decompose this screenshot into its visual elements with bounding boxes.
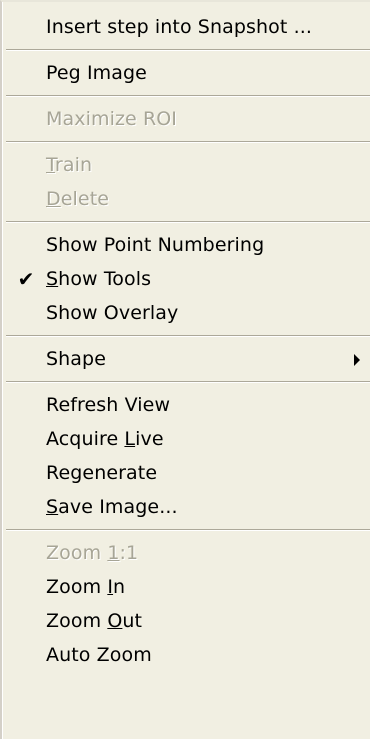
menu-item-label-post: ave Image...: [58, 496, 178, 518]
menu-separator: [2, 376, 370, 388]
menu-item-label-pre: Acquire: [46, 428, 125, 450]
menu-item-zoom-1-1: Zoom 1:1: [2, 536, 370, 570]
menu-item-label-mnemonic: L: [124, 428, 136, 450]
menu-item-save-image[interactable]: Save Image...: [2, 490, 370, 524]
menu-item-label-pre: Peg Image: [46, 62, 147, 84]
checkmark-icon: ✔: [17, 267, 35, 291]
menu-item-label-pre: Shape: [46, 348, 106, 370]
menu-item-show-overlay[interactable]: Show Overlay: [2, 296, 370, 330]
menu-item-label-post: how Tools: [58, 268, 152, 290]
menu-item-label-mnemonic: S: [46, 496, 59, 518]
menu-item-label-post: ive: [135, 428, 164, 450]
menu-separator: [2, 44, 370, 56]
menu-item-zoom-out[interactable]: Zoom Out: [2, 604, 370, 638]
menu-item-acquire-live[interactable]: Acquire Live: [2, 422, 370, 456]
menu-item-refresh-view[interactable]: Refresh View: [2, 388, 370, 422]
menu-separator: [2, 90, 370, 102]
menu-item-maximize-roi: Maximize ROI: [2, 102, 370, 136]
menu-item-label-mnemonic: S: [46, 268, 59, 290]
menu-item-zoom-in[interactable]: Zoom In: [2, 570, 370, 604]
menu-item-label-post: ut: [122, 610, 143, 632]
menu-item-label-mnemonic: T: [46, 154, 55, 176]
menu-item-label-post: n: [113, 576, 126, 598]
menu-separator: [2, 216, 370, 228]
menu-item-label-post: :1: [119, 542, 139, 564]
menu-separator: [2, 136, 370, 148]
menu-item-label-pre: Zoom: [46, 610, 108, 632]
menu-item-label-pre: Show Overlay: [46, 302, 179, 324]
menu-item-peg-image[interactable]: Peg Image: [2, 56, 370, 90]
submenu-arrow-icon: [354, 354, 360, 366]
menu-item-label-mnemonic: O: [107, 610, 123, 632]
menu-item-label-pre: Zoom: [46, 576, 108, 598]
menu-item-label-mnemonic: 1: [107, 542, 120, 564]
menu-separator: [2, 330, 370, 342]
menu-item-show-tools[interactable]: ✔ Show Tools: [2, 262, 370, 296]
menu-item-insert-step-into-snapshot[interactable]: Insert step into Snapshot ...: [2, 10, 370, 44]
menu-item-label-pre: Refresh View: [46, 394, 171, 416]
menu-item-auto-zoom[interactable]: Auto Zoom: [2, 638, 370, 672]
menu-item-label-pre: Maximize ROI: [46, 108, 178, 130]
menu-item-label-pre: Regenerate: [46, 462, 158, 484]
menu-item-label-post: rain: [54, 154, 93, 176]
menu-item-label-pre: Zoom: [46, 542, 108, 564]
menu-item-shape[interactable]: Shape: [2, 342, 370, 376]
menu-item-label-pre: Show Point Numbering: [46, 234, 265, 256]
menu-top-padding: [2, 2, 370, 10]
menu-item-label-mnemonic: D: [46, 188, 61, 210]
menu-item-label-pre: Auto Zoom: [46, 644, 152, 666]
menu-item-show-point-numbering[interactable]: Show Point Numbering: [2, 228, 370, 262]
menu-item-label-post: elete: [60, 188, 110, 210]
menu-item-label-pre: Insert step into Snapshot ...: [46, 16, 312, 38]
menu-item-train: Train: [2, 148, 370, 182]
context-menu: Insert step into Snapshot ... Peg Image …: [0, 0, 370, 739]
menu-item-delete: Delete: [2, 182, 370, 216]
menu-item-regenerate[interactable]: Regenerate: [2, 456, 370, 490]
menu-separator: [2, 524, 370, 536]
